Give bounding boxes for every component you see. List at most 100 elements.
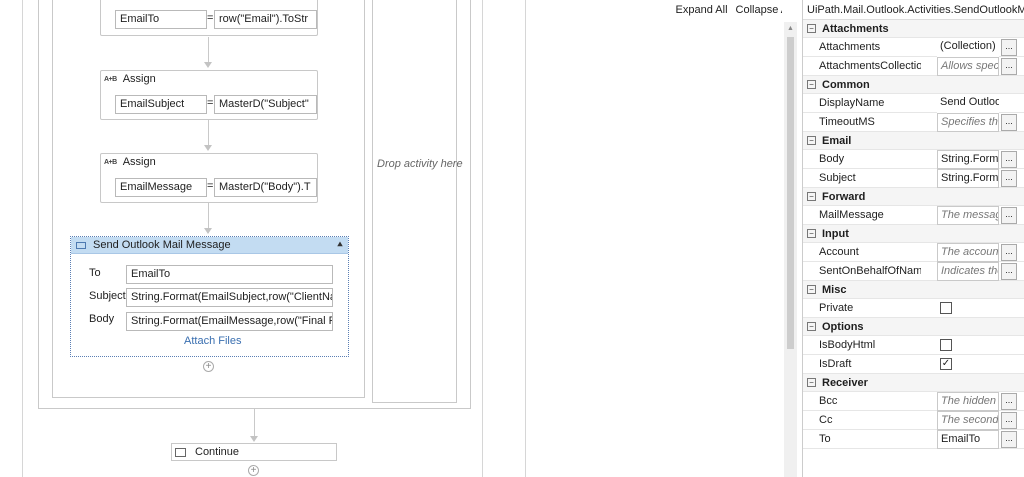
connector-line <box>208 37 209 62</box>
send-outlook-mail-activity[interactable]: Send Outlook Mail Message ⯅ To EmailTo S… <box>70 236 349 357</box>
property-value-input[interactable]: EmailTo <box>937 429 999 449</box>
category-label: Options <box>822 320 864 333</box>
continue-activity[interactable]: Continue <box>171 443 337 461</box>
expand-all-link[interactable]: Expand All <box>676 4 728 16</box>
category-label: Common <box>822 78 870 91</box>
add-activity-icon[interactable]: + <box>248 465 259 476</box>
ellipsis-button[interactable]: ... <box>1001 38 1017 56</box>
property-value-input[interactable]: Specifies the <box>937 112 999 132</box>
property-value-input[interactable]: String.Forma <box>937 168 999 188</box>
property-name: Subject <box>819 172 856 184</box>
ellipsis-button[interactable]: ... <box>1001 150 1017 168</box>
collapse-toggle-icon[interactable]: − <box>807 229 816 238</box>
property-name: IsDraft <box>819 358 852 370</box>
property-name: SentOnBehalfOfName <box>819 265 921 277</box>
property-mailmessage: MailMessage The message... <box>803 205 1024 225</box>
private-checkbox[interactable] <box>940 302 952 314</box>
ellipsis-button[interactable]: ... <box>1001 113 1017 131</box>
property-value-input[interactable]: The account <box>937 242 999 262</box>
collapse-toggle-icon[interactable]: − <box>807 24 816 33</box>
ellipsis-button[interactable]: ... <box>1001 243 1017 261</box>
continue-icon <box>175 447 186 457</box>
assign-activity-message[interactable]: A+B Assign EmailMessage = MasterD("Body")… <box>100 153 318 203</box>
isdraft-checkbox[interactable]: ✓ <box>940 358 952 370</box>
properties-title: UiPath.Mail.Outlook.Activities.SendOutlo… <box>803 0 1024 20</box>
property-displayname: DisplayName Send Outlook Ma <box>803 93 1024 113</box>
assign-value-field[interactable]: row("Email").ToStr <box>214 10 317 29</box>
to-label: To <box>89 267 101 279</box>
collapse-toggle-icon[interactable]: − <box>807 192 816 201</box>
body-field[interactable]: String.Format(EmailMessage,row("Final Re… <box>126 312 333 331</box>
assign-value-field[interactable]: MasterD("Body").T <box>214 178 317 197</box>
property-name: TimeoutMS <box>819 116 875 128</box>
property-value-input[interactable]: String.Forma <box>937 149 999 169</box>
property-name: MailMessage <box>819 209 884 221</box>
ellipsis-button[interactable]: ... <box>1001 57 1017 75</box>
property-value-input[interactable]: Indicates the <box>937 261 999 281</box>
collapse-toggle-icon[interactable]: − <box>807 285 816 294</box>
property-name: IsBodyHtml <box>819 339 876 351</box>
ellipsis-button[interactable]: ... <box>1001 262 1017 280</box>
category-input[interactable]: − Input <box>803 225 1024 243</box>
assign-activity-subject[interactable]: A+B Assign EmailSubject = MasterD("Subjec… <box>100 70 318 120</box>
category-attachments[interactable]: − Attachments <box>803 20 1024 38</box>
ellipsis-button[interactable]: ... <box>1001 430 1017 448</box>
category-label: Attachments <box>822 22 889 35</box>
category-common[interactable]: − Common <box>803 76 1024 94</box>
category-forward[interactable]: − Forward <box>803 188 1024 206</box>
property-value-input[interactable]: The hidden r <box>937 391 999 411</box>
category-label: Receiver <box>822 376 868 389</box>
category-email[interactable]: − Email <box>803 132 1024 150</box>
assign-to-field[interactable]: EmailMessage <box>115 178 207 197</box>
canvas-border-line <box>525 0 526 477</box>
ellipsis-button[interactable]: ... <box>1001 206 1017 224</box>
assign-activity-top[interactable]: EmailTo = row("Email").ToStr <box>100 0 318 36</box>
assign-equals: = <box>207 180 214 192</box>
ellipsis-button[interactable]: ... <box>1001 169 1017 187</box>
vertical-scrollbar[interactable]: ▲ <box>784 22 797 477</box>
scrollbar-thumb[interactable] <box>787 37 794 349</box>
collapse-toggle-icon[interactable]: − <box>807 322 816 331</box>
property-value-input[interactable]: The message <box>937 205 999 225</box>
property-private: Private <box>803 299 1024 318</box>
category-options[interactable]: − Options <box>803 318 1024 336</box>
assign-to-field[interactable]: EmailSubject <box>115 95 207 114</box>
mail-icon <box>76 241 86 249</box>
property-name: To <box>819 433 831 445</box>
property-body: Body String.Forma... <box>803 149 1024 169</box>
property-value-input[interactable]: (Collection) <box>937 37 999 57</box>
subject-field[interactable]: String.Format(EmailSubject,row("ClientNa… <box>126 288 333 307</box>
collapse-toggle-icon[interactable]: − <box>807 80 816 89</box>
connector-line <box>254 409 255 437</box>
connector-line <box>208 203 209 228</box>
property-value-input[interactable]: Allows speci <box>937 56 999 76</box>
property-value-input[interactable]: The seconda <box>937 410 999 430</box>
connector-arrow <box>204 145 212 151</box>
collapse-all-link[interactable]: Collapse All <box>736 4 782 16</box>
category-receiver[interactable]: − Receiver <box>803 374 1024 392</box>
activity-title: Continue <box>195 446 240 458</box>
attach-files-link[interactable]: Attach Files <box>184 335 241 347</box>
collapse-icon[interactable]: ⯅ <box>336 240 344 251</box>
ellipsis-button[interactable]: ... <box>1001 392 1017 410</box>
assign-value-field[interactable]: MasterD("Subject" <box>214 95 317 114</box>
property-to: To EmailTo... <box>803 429 1024 449</box>
add-activity-icon[interactable]: + <box>203 361 214 372</box>
workflow-designer-canvas[interactable]: Drop activity here Expand All Collapse A… <box>0 0 782 477</box>
isbodyhtml-checkbox[interactable] <box>940 339 952 351</box>
drop-zone[interactable] <box>372 0 457 403</box>
scroll-up-icon[interactable]: ▲ <box>784 22 797 35</box>
property-timeoutms: TimeoutMS Specifies the... <box>803 112 1024 132</box>
ellipsis-button[interactable]: ... <box>1001 411 1017 429</box>
assign-icon: A+B <box>104 75 117 83</box>
category-label: Forward <box>822 190 866 203</box>
to-field[interactable]: EmailTo <box>126 265 333 284</box>
assign-equals: = <box>207 12 214 24</box>
property-name: Bcc <box>819 395 838 407</box>
assign-to-field[interactable]: EmailTo <box>115 10 207 29</box>
collapse-toggle-icon[interactable]: − <box>807 378 816 387</box>
property-value-input[interactable]: Send Outlook Ma <box>937 93 999 113</box>
collapse-toggle-icon[interactable]: − <box>807 136 816 145</box>
category-misc[interactable]: − Misc <box>803 281 1024 299</box>
category-label: Email <box>822 134 852 147</box>
